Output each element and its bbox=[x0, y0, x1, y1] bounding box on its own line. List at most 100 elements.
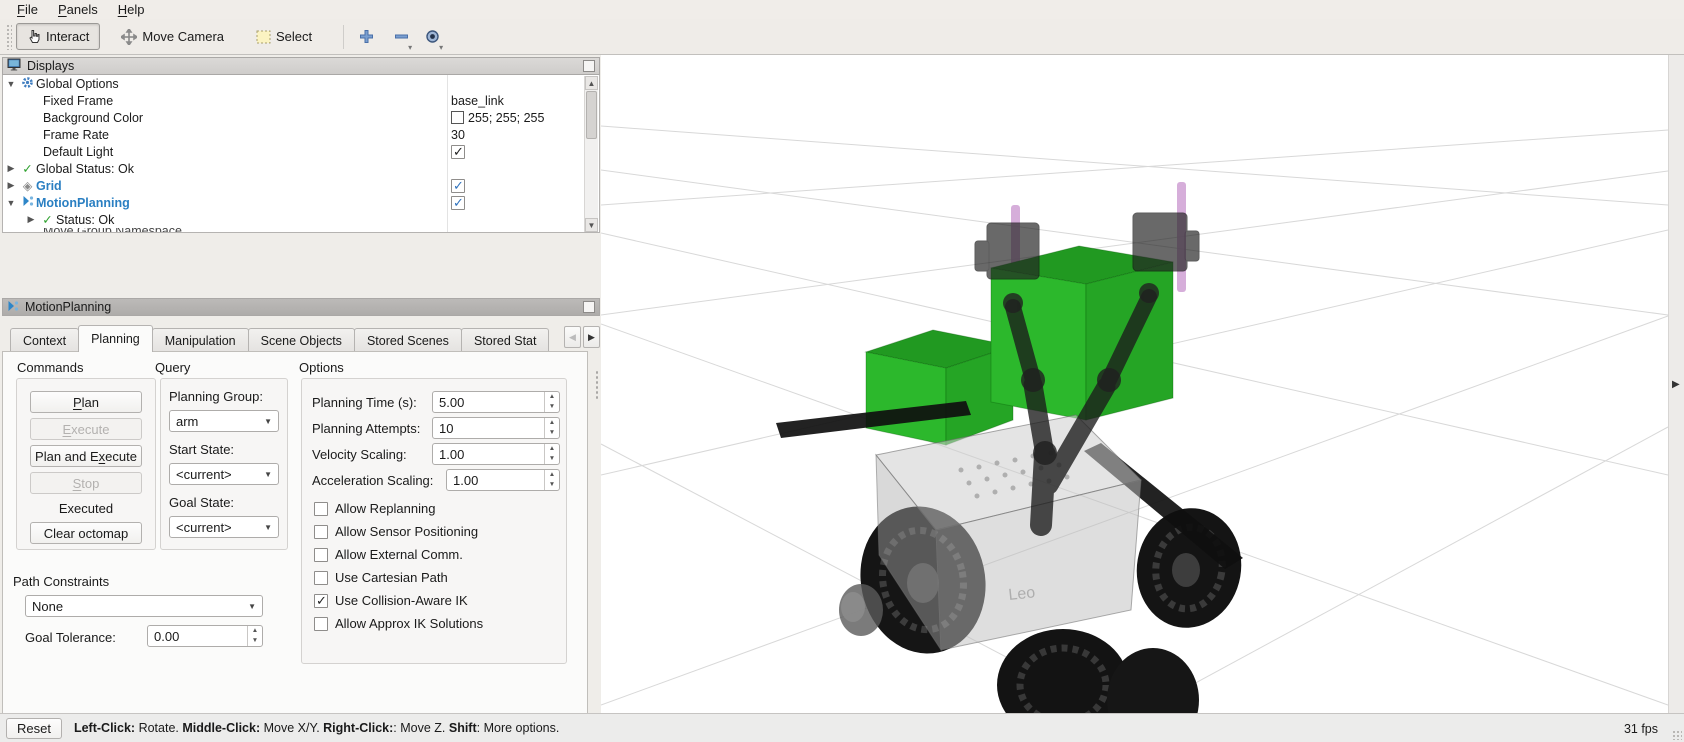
execute-button[interactable]: Execute bbox=[30, 418, 142, 440]
toolbar-drag-handle[interactable] bbox=[6, 24, 12, 50]
planning-attempts-input[interactable]: 10 ▲▼ bbox=[432, 417, 560, 439]
color-swatch[interactable] bbox=[451, 111, 464, 124]
plan-button[interactable]: Plan bbox=[30, 391, 142, 413]
move-camera-tool-button[interactable]: Move Camera bbox=[110, 23, 235, 51]
scroll-up-icon[interactable]: ▲ bbox=[585, 76, 598, 90]
reset-button[interactable]: Reset bbox=[6, 718, 62, 739]
tree-row-fixed-frame[interactable]: Fixed Frame base_link bbox=[3, 92, 599, 109]
chevron-down-icon: ▼ bbox=[264, 523, 272, 532]
planning-time-input[interactable]: 5.00 ▲▼ bbox=[432, 391, 560, 413]
background-color-value[interactable]: 255; 255; 255 bbox=[468, 111, 544, 125]
acceleration-scaling-row: Acceleration Scaling: 1.00 ▲▼ bbox=[312, 469, 560, 491]
tree-row-background-color[interactable]: Background Color 255; 255; 255 bbox=[3, 109, 599, 126]
allow-sensor-positioning-checkbox[interactable] bbox=[314, 525, 328, 539]
select-tool-button[interactable]: Select bbox=[245, 23, 323, 50]
tree-scrollbar[interactable]: ▲ ▼ bbox=[584, 76, 598, 232]
motionplanning-panel: MotionPlanning Context Planning Manipula… bbox=[2, 298, 600, 705]
scroll-down-icon[interactable]: ▼ bbox=[585, 218, 598, 232]
move-camera-tool-label: Move Camera bbox=[142, 29, 224, 44]
tree-label: Grid bbox=[36, 179, 62, 193]
motionplanning-panel-titlebar[interactable]: MotionPlanning bbox=[2, 298, 600, 316]
velocity-scaling-input[interactable]: 1.00 ▲▼ bbox=[432, 443, 560, 465]
interact-tool-label: Interact bbox=[46, 29, 89, 44]
tree-row-motionplanning[interactable]: ▼ MotionPlanning bbox=[3, 194, 599, 211]
tab-stored-states[interactable]: Stored Stat bbox=[461, 328, 550, 352]
tree-row-mp-status[interactable]: ▶ ✓ Status: Ok bbox=[3, 211, 599, 228]
allow-external-comm-row: Allow External Comm. bbox=[314, 547, 463, 562]
tab-manipulation[interactable]: Manipulation bbox=[152, 328, 249, 352]
zoom-in-tool-button[interactable] bbox=[354, 23, 379, 50]
allow-approx-ik-checkbox[interactable] bbox=[314, 617, 328, 631]
start-state-combo[interactable]: <current>▼ bbox=[169, 463, 279, 485]
tab-stored-scenes[interactable]: Stored Scenes bbox=[354, 328, 462, 352]
tree-row-clipped[interactable]: Move Group Namespace bbox=[3, 228, 599, 233]
menu-bar: File Panels Help bbox=[0, 0, 1684, 19]
resize-grip[interactable] bbox=[1672, 730, 1682, 740]
spinner-arrows[interactable]: ▲▼ bbox=[544, 470, 559, 490]
goal-state-combo[interactable]: <current>▼ bbox=[169, 516, 279, 538]
menu-panels[interactable]: Panels bbox=[49, 1, 107, 18]
allow-replanning-checkbox[interactable] bbox=[314, 502, 328, 516]
allow-external-comm-checkbox[interactable] bbox=[314, 548, 328, 562]
spinner-arrows[interactable]: ▲▼ bbox=[544, 418, 559, 438]
motionplanning-panel-title: MotionPlanning bbox=[25, 300, 111, 314]
acceleration-scaling-input[interactable]: 1.00 ▲▼ bbox=[446, 469, 560, 491]
dock-expand-right-icon[interactable]: ▶ bbox=[1672, 379, 1680, 390]
planning-time-label: Planning Time (s): bbox=[312, 395, 432, 410]
svg-text:Leo: Leo bbox=[1008, 584, 1036, 604]
fixed-frame-value[interactable]: base_link bbox=[451, 94, 504, 108]
zoom-dropdown-arrow[interactable]: ▾ bbox=[408, 43, 412, 52]
tree-row-default-light[interactable]: Default Light bbox=[3, 143, 599, 160]
displays-tree[interactable]: ▼ Global Options Fixed Frame base_link B… bbox=[2, 75, 600, 233]
default-light-checkbox[interactable] bbox=[451, 145, 465, 159]
query-heading: Query bbox=[155, 360, 190, 375]
collapse-arrow-icon[interactable]: ▼ bbox=[3, 79, 19, 89]
motionplanning-float-button[interactable] bbox=[583, 301, 595, 313]
expand-arrow-icon[interactable]: ▶ bbox=[3, 163, 19, 174]
scrollbar-thumb[interactable] bbox=[586, 91, 597, 139]
status-bar: Reset Left-Click: Rotate. Middle-Click: … bbox=[0, 713, 1684, 742]
menu-help[interactable]: Help bbox=[109, 1, 154, 18]
interact-tool-button[interactable]: Interact bbox=[16, 23, 100, 50]
path-constraints-combo[interactable]: None▼ bbox=[25, 595, 263, 617]
gear-icon bbox=[19, 76, 36, 92]
clear-octomap-button[interactable]: Clear octomap bbox=[30, 522, 142, 544]
spinner-arrows[interactable]: ▲▼ bbox=[544, 392, 559, 412]
tree-row-frame-rate[interactable]: Frame Rate 30 bbox=[3, 126, 599, 143]
toolbar: Interact Move Camera Select ▾ bbox=[0, 19, 1684, 55]
spinner-arrows[interactable]: ▲▼ bbox=[544, 444, 559, 464]
motionplanning-enabled-checkbox[interactable] bbox=[451, 196, 465, 210]
grid-enabled-checkbox[interactable] bbox=[451, 179, 465, 193]
goal-state-label: Goal State: bbox=[169, 495, 279, 510]
tree-label: MotionPlanning bbox=[36, 196, 130, 210]
commands-groupbox: Plan Execute Plan and Execute Stop Execu… bbox=[16, 378, 156, 550]
tab-context[interactable]: Context bbox=[10, 328, 79, 352]
displays-panel-titlebar[interactable]: Displays bbox=[2, 57, 600, 75]
focus-dropdown-arrow[interactable]: ▾ bbox=[439, 43, 443, 52]
displays-float-button[interactable] bbox=[583, 60, 595, 72]
panel-viewport-splitter[interactable] bbox=[595, 370, 600, 400]
goal-tolerance-input[interactable]: 0.00 ▲▼ bbox=[147, 625, 263, 647]
use-cartesian-path-checkbox[interactable] bbox=[314, 571, 328, 585]
collapse-arrow-icon[interactable]: ▼ bbox=[3, 198, 19, 208]
expand-arrow-icon[interactable]: ▶ bbox=[23, 214, 39, 225]
tab-planning[interactable]: Planning bbox=[78, 325, 153, 352]
eye-icon bbox=[425, 29, 440, 44]
expand-arrow-icon[interactable]: ▶ bbox=[3, 180, 19, 191]
plan-and-execute-button[interactable]: Plan and Execute bbox=[30, 445, 142, 467]
tab-scroll-left-icon[interactable]: ◀ bbox=[564, 326, 581, 348]
menu-file[interactable]: File bbox=[8, 1, 47, 18]
tree-row-global-status[interactable]: ▶ ✓ Global Status: Ok bbox=[3, 160, 599, 177]
use-collision-aware-ik-checkbox[interactable] bbox=[314, 594, 328, 608]
planning-group-combo[interactable]: arm▼ bbox=[169, 410, 279, 432]
tab-scroll-right-icon[interactable]: ▶ bbox=[583, 326, 600, 348]
tree-row-global-options[interactable]: ▼ Global Options bbox=[3, 75, 599, 92]
move-arrows-icon bbox=[121, 29, 137, 45]
tab-scene-objects[interactable]: Scene Objects bbox=[248, 328, 355, 352]
spinner-arrows[interactable]: ▲▼ bbox=[247, 626, 262, 646]
tree-row-grid[interactable]: ▶ ◈ Grid bbox=[3, 177, 599, 194]
tree-label: Default Light bbox=[19, 145, 113, 159]
3d-viewport[interactable]: Leo bbox=[601, 55, 1668, 713]
stop-button[interactable]: Stop bbox=[30, 472, 142, 494]
frame-rate-value[interactable]: 30 bbox=[451, 128, 465, 142]
